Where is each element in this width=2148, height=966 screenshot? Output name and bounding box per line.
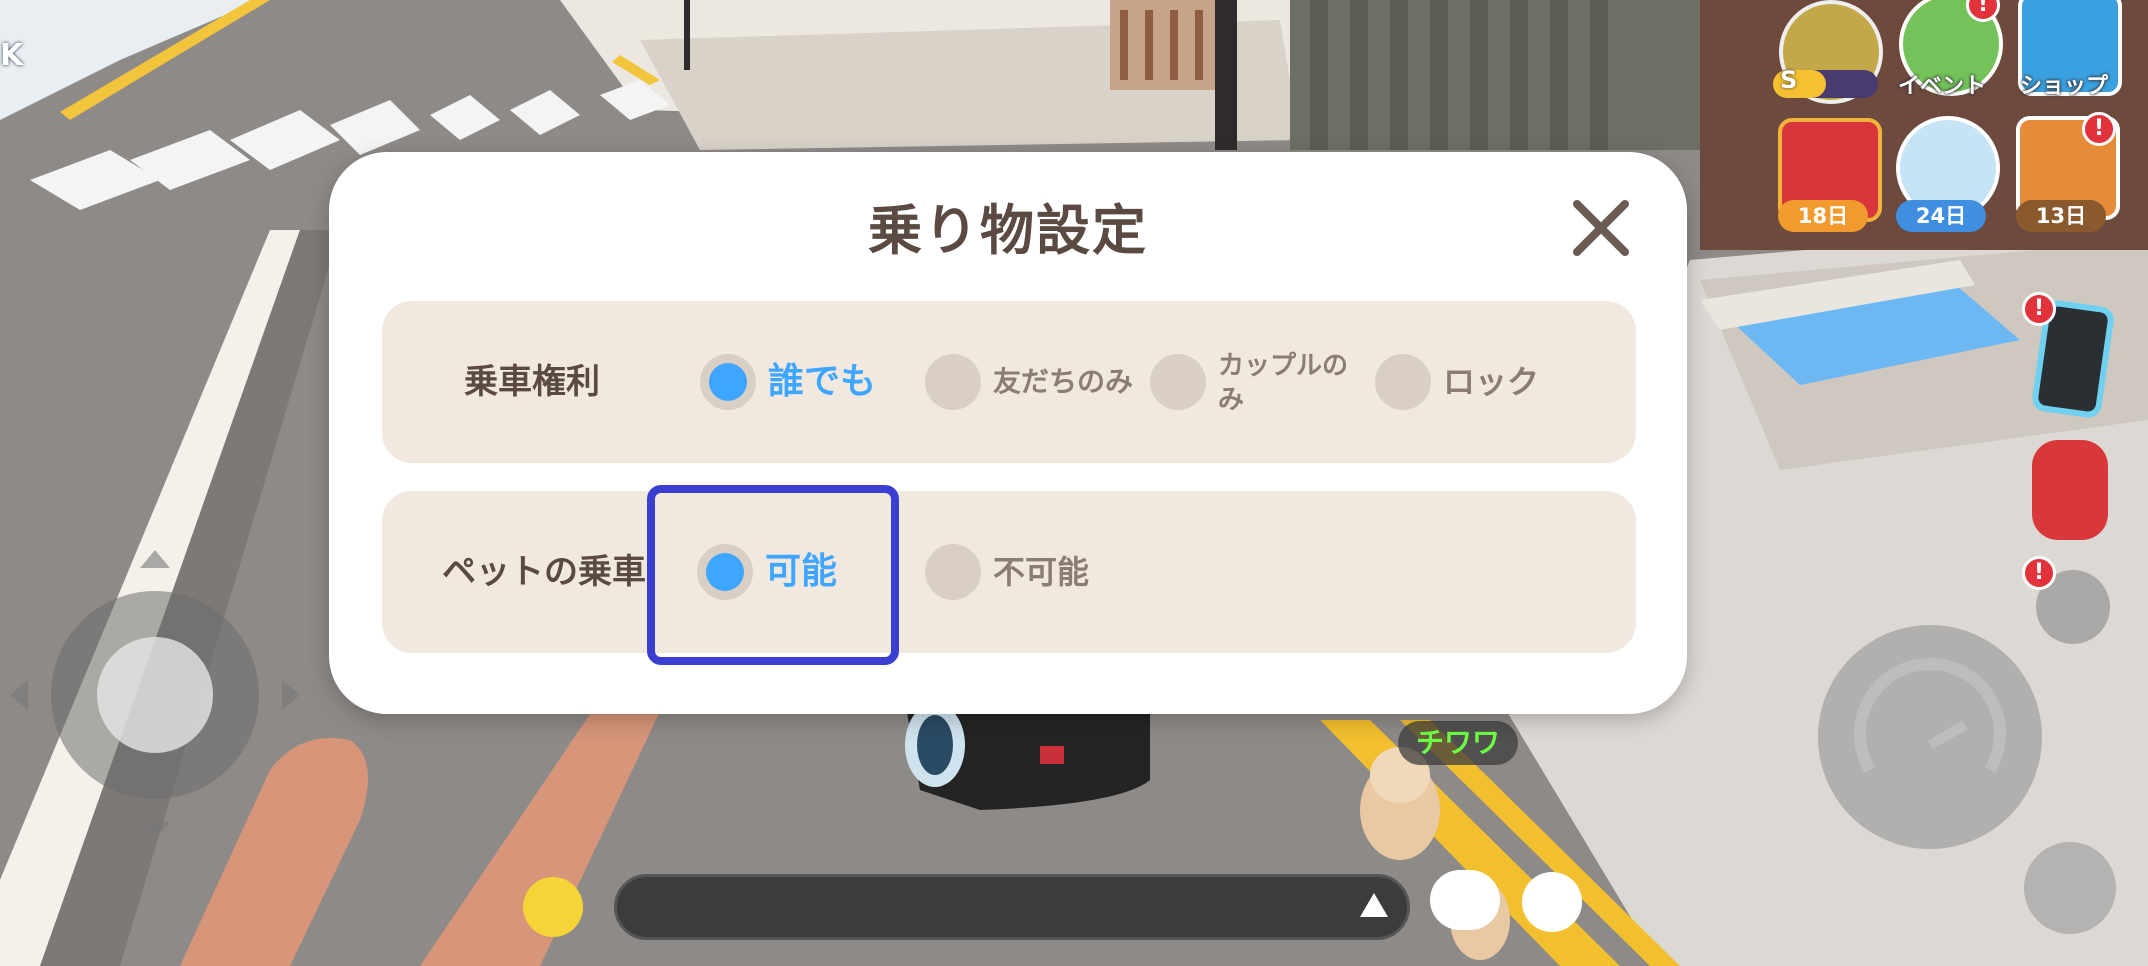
pet-ride-label: ペットの乗車: [442, 552, 646, 592]
option-anyone-label: 誰でも: [768, 361, 877, 402]
option-friends-only[interactable]: 友だちのみ: [925, 301, 1135, 463]
vehicle-settings-dialog: 乗り物設定 乗車権利 誰でも 友だちのみ カップルのみ ロック ペットの乗車 可…: [329, 152, 1687, 714]
option-couple-only[interactable]: カップルのみ: [1150, 301, 1350, 463]
backpack-icon[interactable]: [2032, 440, 2108, 540]
house-days-badge: 13日: [2016, 200, 2106, 232]
ride-permission-row: 乗車権利 誰でも 友だちのみ カップルのみ ロック: [382, 301, 1636, 463]
chat-expand-icon[interactable]: [1360, 893, 1388, 917]
radio-not-allowed[interactable]: [925, 544, 981, 600]
option-friends-only-label: 友だちのみ: [993, 365, 1134, 398]
ride-permission-label: 乗車権利: [464, 362, 600, 402]
paw-icon[interactable]: [1522, 872, 1582, 932]
emote-smiley-icon[interactable]: [523, 877, 583, 937]
option-not-allowed-label: 不可能: [993, 553, 1090, 591]
chat-bubble-icon[interactable]: [1430, 870, 1500, 930]
option-lock[interactable]: ロック: [1375, 301, 1545, 463]
option-anyone[interactable]: 誰でも: [700, 301, 876, 463]
close-icon: [1573, 200, 1629, 256]
phone-alert-icon: !: [2022, 292, 2056, 326]
option-couple-only-label: カップルのみ: [1218, 351, 1349, 415]
dialog-title: 乗り物設定: [868, 199, 1148, 262]
pet-days-badge: 24日: [1896, 200, 1986, 232]
radio-couple-only[interactable]: [1150, 354, 1206, 410]
radio-friends-only[interactable]: [925, 354, 981, 410]
option-lock-label: ロック: [1443, 363, 1540, 401]
event-label: イベント: [1898, 74, 1987, 99]
corner-text: K: [0, 38, 24, 73]
pet-house-alert-icon: !: [2082, 112, 2116, 146]
close-button[interactable]: [1569, 196, 1633, 260]
level-badge: S: [1780, 66, 1798, 94]
pet-ride-row: ペットの乗車 可能 不可能: [382, 491, 1636, 653]
tap-highlight-box: [647, 485, 899, 665]
chat-input-bar[interactable]: [614, 874, 1410, 940]
shop-label: ショップ: [2020, 74, 2109, 99]
radio-lock[interactable]: [1375, 354, 1431, 410]
friends-alert-icon: !: [2022, 556, 2056, 590]
npc-name-tag: チワワ: [1398, 721, 1518, 765]
option-not-allowed[interactable]: 不可能: [925, 491, 1125, 653]
radio-anyone[interactable]: [700, 354, 756, 410]
gift-days-badge: 18日: [1778, 200, 1868, 232]
